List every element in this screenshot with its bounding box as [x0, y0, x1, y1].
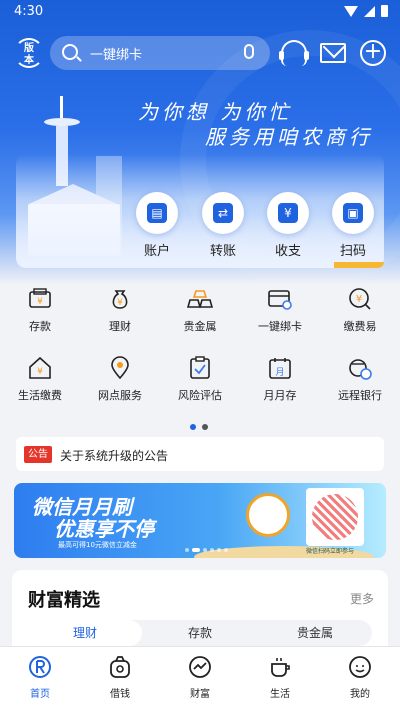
promo-banner[interactable]: 微信月月刷 优惠享不停 最高可得10元微信立减金 微信扫码立即参与 — [14, 483, 386, 558]
search-placeholder: 一键绑卡 — [90, 48, 143, 63]
svg-text:¥: ¥ — [37, 297, 43, 307]
bottom-tab-bar: 首页 借钱 财富 生活 我的 — [0, 646, 400, 712]
quick-transfer[interactable]: ⇄ 转账 — [193, 192, 253, 259]
tab-deposit[interactable]: 存款 — [143, 620, 257, 646]
notice-text: 关于系统升级的公告 — [60, 449, 169, 463]
service-life-payment-label: 生活缴费 — [18, 389, 62, 402]
finance-icon: ¥ — [107, 286, 133, 312]
banner-headline2: 优惠享不停 — [54, 517, 154, 541]
wifi-icon — [344, 5, 358, 17]
banner-qr-caption: 微信扫码立即参与 — [306, 548, 355, 555]
svg-text:¥: ¥ — [37, 367, 43, 377]
page-dot — [202, 424, 208, 430]
tab-finance[interactable]: 理财 — [28, 620, 142, 646]
tab-loan-label: 借钱 — [110, 689, 130, 700]
service-risk[interactable]: 风险评估 — [160, 355, 240, 403]
status-time: 4:30 — [14, 4, 44, 19]
home-icon — [28, 655, 52, 679]
status-bar: 4:30 — [0, 0, 400, 24]
service-payment[interactable]: ¥ 缴费易 — [320, 286, 400, 334]
quick-income-expense-label: 收支 — [274, 244, 301, 259]
top-bar: 版本 一键绑卡 + — [0, 36, 400, 72]
tab-wealth[interactable]: 财富 — [160, 655, 240, 700]
tab-gold[interactable]: 贵金属 — [258, 620, 372, 646]
quick-income-expense[interactable]: ¥ 收支 — [258, 192, 318, 259]
tab-wealth-label: 财富 — [190, 689, 210, 700]
remote-bank-icon — [347, 355, 373, 381]
grid-page-indicator — [190, 424, 208, 430]
tab-profile-label: 我的 — [350, 689, 370, 700]
service-finance-label: 理财 — [109, 320, 131, 333]
service-payment-label: 缴费易 — [343, 320, 377, 333]
branch-location-icon — [107, 355, 133, 381]
search-bar[interactable]: 一键绑卡 — [50, 36, 270, 70]
life-icon — [268, 655, 292, 679]
quick-scan[interactable]: ▣ 扫码 — [323, 192, 383, 259]
quick-account-label: 账户 — [143, 244, 170, 259]
svg-text:月: 月 — [275, 367, 284, 378]
mascot-icon — [246, 493, 290, 537]
monthly-deposit-icon: 月 — [267, 355, 293, 381]
add-icon[interactable]: + — [360, 40, 386, 66]
banner-subtext: 最高可得10元微信立减金 — [58, 541, 137, 549]
tab-profile[interactable]: 我的 — [320, 655, 400, 700]
quick-transfer-label: 转账 — [209, 244, 236, 259]
service-finance[interactable]: ¥ 理财 — [80, 286, 160, 334]
service-branch[interactable]: 网点服务 — [80, 355, 160, 403]
microphone-icon[interactable] — [244, 44, 254, 59]
profile-icon — [348, 655, 372, 679]
tab-home[interactable]: 首页 — [0, 655, 80, 700]
service-gold[interactable]: 贵金属 — [160, 286, 240, 334]
tab-loan[interactable]: 借钱 — [80, 655, 160, 700]
scan-icon: ▣ — [343, 203, 363, 223]
battery-icon — [381, 5, 388, 17]
wealth-icon — [188, 655, 212, 679]
life-payment-icon: ¥ — [27, 355, 53, 381]
loan-icon — [108, 655, 132, 679]
notice-tag: 公告 — [24, 446, 52, 463]
svg-text:¥: ¥ — [117, 298, 123, 308]
tab-life-label: 生活 — [270, 689, 290, 700]
qr-code-icon — [306, 488, 364, 546]
service-branch-label: 网点服务 — [98, 389, 142, 402]
signal-icon — [364, 5, 375, 17]
service-monthly-deposit[interactable]: 月 月月存 — [240, 355, 320, 403]
search-icon — [62, 44, 78, 60]
service-remote-bank[interactable]: 远程银行 — [320, 355, 400, 403]
service-bind-card[interactable]: 一键绑卡 — [240, 286, 320, 334]
tab-life[interactable]: 生活 — [240, 655, 320, 700]
service-risk-label: 风险评估 — [178, 389, 222, 402]
quick-account[interactable]: ▤ 账户 — [127, 192, 187, 259]
risk-assessment-icon — [187, 355, 213, 381]
service-deposit[interactable]: ¥ 存款 — [0, 286, 80, 334]
quick-scan-label: 扫码 — [339, 244, 366, 259]
transfer-icon: ⇄ — [213, 203, 233, 223]
service-remote-bank-label: 远程银行 — [338, 389, 382, 402]
wealth-title: 财富精选 — [28, 590, 100, 611]
service-monthly-deposit-label: 月月存 — [263, 389, 297, 402]
service-life-payment[interactable]: ¥ 生活缴费 — [0, 355, 80, 403]
deposit-icon: ¥ — [27, 286, 53, 312]
bind-card-icon — [267, 286, 293, 312]
service-bind-card-label: 一键绑卡 — [258, 320, 302, 333]
wealth-tabs: 理财 存款 贵金属 — [28, 620, 372, 646]
service-deposit-label: 存款 — [29, 320, 51, 333]
switch-icon — [14, 38, 44, 68]
customer-service-icon[interactable] — [279, 40, 309, 66]
income-expense-icon: ¥ — [278, 203, 298, 223]
notice-bar[interactable]: 公告 关于系统升级的公告 — [16, 437, 384, 471]
tab-home-label: 首页 — [30, 689, 50, 700]
version-switch-button[interactable]: 版本 — [14, 38, 44, 68]
wealth-more-link[interactable]: 更多 — [350, 590, 374, 607]
banner-page-indicator — [185, 548, 228, 552]
account-icon: ▤ — [147, 203, 167, 223]
gold-icon — [186, 286, 214, 312]
system-icons — [344, 5, 388, 17]
message-icon[interactable] — [320, 43, 346, 63]
slogan-line2: 服务用咱农商行 — [205, 125, 373, 149]
service-gold-label: 贵金属 — [183, 320, 217, 333]
svg-text:¥: ¥ — [356, 294, 362, 305]
payment-icon: ¥ — [347, 286, 373, 312]
page-dot-active — [190, 424, 196, 430]
